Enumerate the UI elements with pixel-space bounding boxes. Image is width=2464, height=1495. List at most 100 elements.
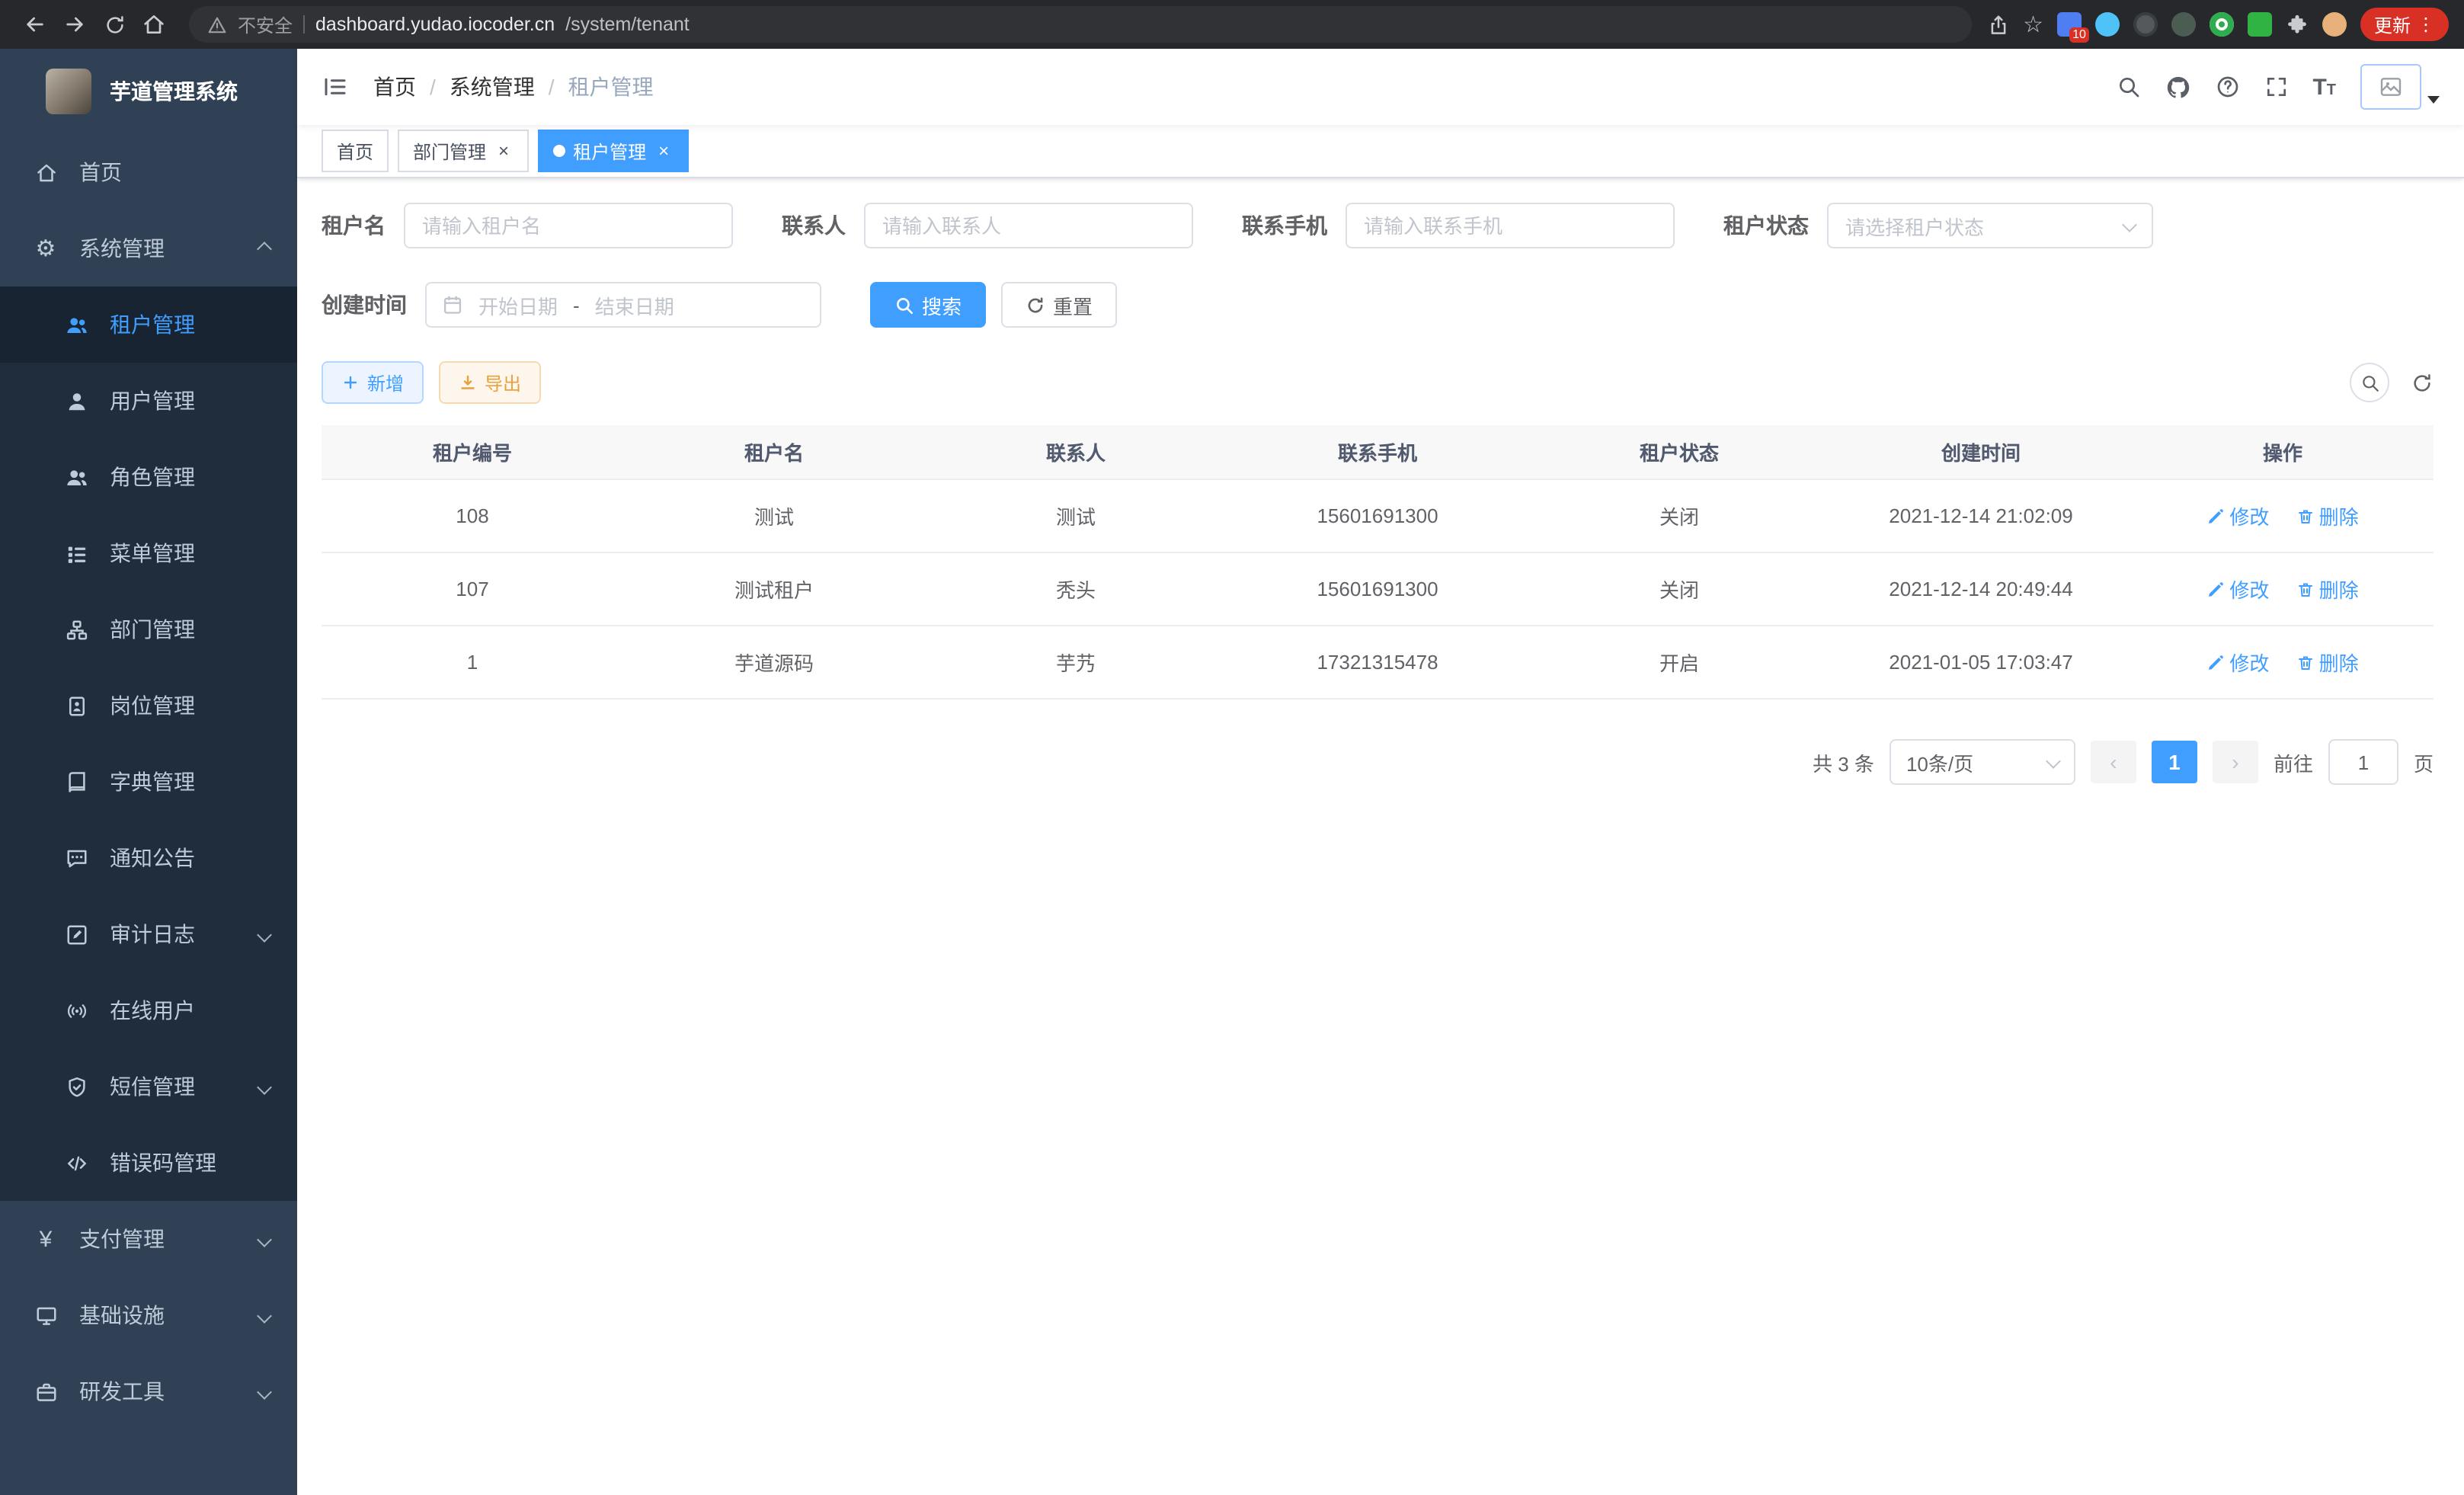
- org-tree-icon: [64, 617, 88, 642]
- extension-icon-3[interactable]: [2133, 12, 2158, 37]
- sidebar-group-devtools[interactable]: 研发工具: [0, 1353, 297, 1429]
- next-page-button[interactable]: ›: [2213, 741, 2258, 783]
- breadcrumb-system[interactable]: 系统管理: [450, 72, 535, 102]
- create-time-range-picker[interactable]: 开始日期 - 结束日期: [425, 282, 821, 328]
- edit-link[interactable]: 修改: [2206, 575, 2269, 603]
- status-value: 关闭: [1528, 479, 1830, 552]
- help-icon[interactable]: [2215, 75, 2239, 99]
- edit-link[interactable]: 修改: [2206, 648, 2269, 677]
- trash-icon: [2296, 580, 2315, 598]
- reset-button[interactable]: 重置: [1001, 282, 1117, 328]
- tab-dept[interactable]: 部门管理 ×: [398, 130, 529, 172]
- broken-image-icon: [2360, 64, 2421, 110]
- pencil-icon: [2206, 580, 2225, 598]
- pencil-icon: [2206, 507, 2225, 525]
- profile-avatar-icon[interactable]: [2322, 12, 2347, 37]
- signal-icon: [64, 998, 88, 1023]
- extensions-puzzle-icon[interactable]: [2286, 13, 2309, 36]
- logo[interactable]: 芋道管理系统: [0, 49, 297, 134]
- sidebar: 芋道管理系统 首页 ⚙ 系统管理 租户管理: [0, 49, 297, 1495]
- breadcrumb-separator: /: [549, 75, 555, 99]
- share-icon[interactable]: [1986, 13, 2009, 36]
- chevron-down-icon: [257, 1308, 272, 1323]
- sidebar-item-notice[interactable]: 通知公告: [0, 820, 297, 896]
- extension-icon-6[interactable]: [2248, 12, 2272, 37]
- forward-icon[interactable]: [55, 5, 94, 44]
- chevron-down-icon: [2122, 216, 2137, 232]
- close-icon[interactable]: ×: [494, 141, 514, 161]
- sidebar-item-audit-log[interactable]: 审计日志: [0, 896, 297, 972]
- table-row: 1 芋道源码 芋艿 17321315478 开启 2021-01-05 17:0…: [322, 626, 2434, 699]
- export-button[interactable]: 导出: [439, 361, 541, 404]
- tab-home[interactable]: 首页: [322, 130, 389, 172]
- fullscreen-icon[interactable]: [2264, 75, 2288, 99]
- delete-link[interactable]: 删除: [2296, 648, 2359, 677]
- breadcrumb-home[interactable]: 首页: [373, 72, 416, 102]
- sidebar-item-role[interactable]: 角色管理: [0, 439, 297, 515]
- sidebar-group-infra[interactable]: 基础设施: [0, 1277, 297, 1353]
- github-icon[interactable]: [2165, 74, 2190, 100]
- sidebar-group-payment[interactable]: ¥ 支付管理: [0, 1201, 297, 1277]
- sidebar-item-online-user[interactable]: 在线用户: [0, 972, 297, 1048]
- col-tenant-name: 租户名: [623, 425, 925, 479]
- edit-link[interactable]: 修改: [2206, 501, 2269, 530]
- navbar: 首页 / 系统管理 / 租户管理: [297, 49, 2464, 125]
- phone-input[interactable]: [1346, 203, 1675, 248]
- active-tab-dot: [553, 145, 565, 157]
- contact-label: 联系人: [782, 210, 846, 241]
- url-path: /system/tenant: [565, 14, 690, 35]
- sidebar-item-dict[interactable]: 字典管理: [0, 744, 297, 820]
- date-start-placeholder: 开始日期: [478, 290, 558, 319]
- sidebar-item-error-code[interactable]: 错误码管理: [0, 1125, 297, 1201]
- user-icon: [64, 389, 88, 413]
- delete-link[interactable]: 删除: [2296, 575, 2359, 603]
- user-avatar[interactable]: [2360, 64, 2440, 110]
- col-created: 创建时间: [1830, 425, 2132, 479]
- chevron-up-icon: [257, 241, 272, 256]
- search-button[interactable]: 搜索: [870, 282, 986, 328]
- reload-icon[interactable]: [94, 5, 134, 44]
- sidebar-item-user[interactable]: 用户管理: [0, 363, 297, 439]
- extension-icon-4[interactable]: [2171, 12, 2196, 37]
- close-icon[interactable]: ×: [654, 141, 674, 161]
- sidebar-item-tenant[interactable]: 租户管理: [0, 287, 297, 363]
- extension-icon-5[interactable]: [2210, 12, 2234, 37]
- refresh-icon[interactable]: [2411, 371, 2434, 394]
- monitor-icon: [34, 1303, 58, 1327]
- users-icon: [64, 312, 88, 337]
- shield-icon: [64, 1074, 88, 1099]
- bookmark-star-icon[interactable]: ☆: [2023, 13, 2043, 36]
- chevron-down-icon: [257, 1231, 272, 1247]
- phone-label: 联系手机: [1242, 210, 1327, 241]
- search-icon[interactable]: [2116, 75, 2140, 99]
- sidebar-item-sms[interactable]: 短信管理: [0, 1048, 297, 1125]
- font-size-icon[interactable]: TT: [2312, 75, 2336, 98]
- col-tenant-id: 租户编号: [322, 425, 623, 479]
- toggle-search-icon[interactable]: [2350, 363, 2389, 402]
- sidebar-collapse-icon[interactable]: [322, 73, 349, 101]
- page-size-select[interactable]: 10条/页: [1890, 739, 2075, 785]
- sidebar-item-dept[interactable]: 部门管理: [0, 591, 297, 667]
- back-icon[interactable]: [15, 5, 55, 44]
- extension-icon-1[interactable]: 10: [2057, 12, 2082, 37]
- sidebar-item-menu[interactable]: 菜单管理: [0, 515, 297, 591]
- tenant-name-input[interactable]: [404, 203, 733, 248]
- screen: 不安全 dashboard.yudao.iocoder.cn/system/te…: [0, 0, 2464, 1495]
- tab-tenant[interactable]: 租户管理 ×: [538, 130, 689, 172]
- sidebar-group-system[interactable]: ⚙ 系统管理: [0, 210, 297, 287]
- address-bar[interactable]: 不安全 dashboard.yudao.iocoder.cn/system/te…: [189, 6, 1971, 43]
- contact-input[interactable]: [864, 203, 1193, 248]
- add-button[interactable]: 新增: [322, 361, 424, 404]
- extension-icon-2[interactable]: [2095, 12, 2120, 37]
- url-domain: dashboard.yudao.iocoder.cn: [315, 14, 555, 35]
- sidebar-item-home[interactable]: 首页: [0, 134, 297, 210]
- browser-home-icon[interactable]: [134, 5, 174, 44]
- delete-link[interactable]: 删除: [2296, 501, 2359, 530]
- sidebar-item-post[interactable]: 岗位管理: [0, 667, 297, 744]
- page-1-button[interactable]: 1: [2152, 741, 2197, 783]
- update-button[interactable]: 更新 ⋮: [2360, 8, 2449, 41]
- page-unit-label: 页: [2414, 748, 2434, 776]
- tenant-status-select[interactable]: 请选择租户状态: [1827, 203, 2153, 248]
- goto-page-input[interactable]: [2328, 739, 2398, 785]
- prev-page-button[interactable]: ‹: [2091, 741, 2136, 783]
